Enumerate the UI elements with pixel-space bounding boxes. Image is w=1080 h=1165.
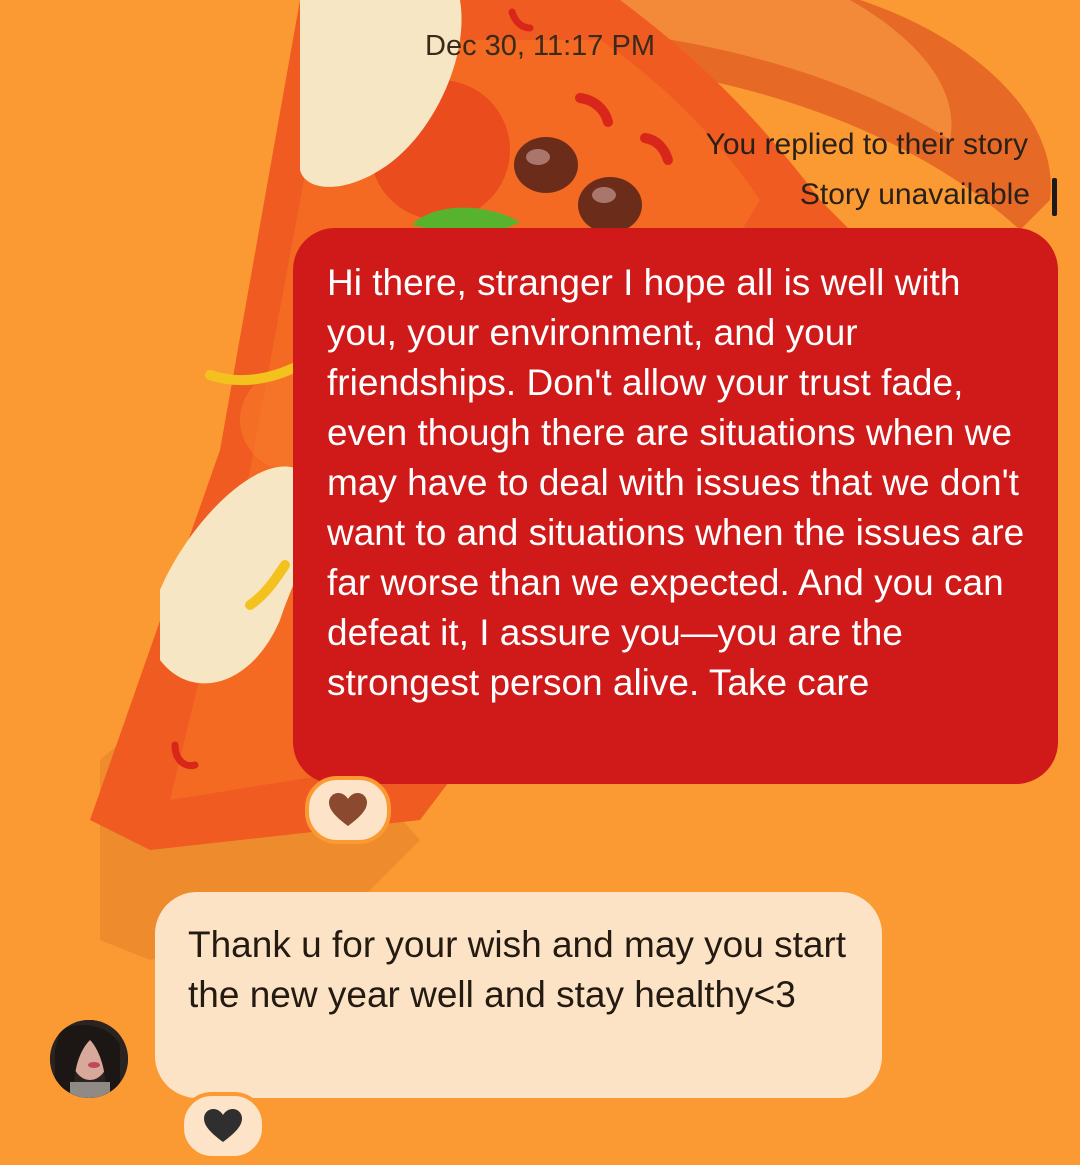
story-reply-note: You replied to their story [705, 128, 1028, 161]
story-unavailable-label[interactable]: Story unavailable [800, 178, 1030, 212]
outgoing-message-bubble[interactable]: Hi there, stranger I hope all is well wi… [293, 228, 1058, 784]
message-reaction[interactable] [180, 1092, 266, 1160]
avatar-photo [50, 1020, 128, 1098]
story-reply-indicator-bar [1052, 178, 1057, 216]
black-heart-icon [204, 1109, 242, 1142]
brown-heart-icon [329, 793, 367, 826]
contact-avatar[interactable] [50, 1020, 128, 1098]
message-timestamp: Dec 30, 11:17 PM [0, 30, 1080, 63]
message-reaction[interactable] [305, 776, 391, 844]
outgoing-message-text: Hi there, stranger I hope all is well wi… [327, 262, 1025, 703]
incoming-message-text: Thank u for your wish and may you start … [188, 924, 847, 1015]
timestamp-text: Dec 30, 11:17 PM [425, 30, 655, 62]
incoming-message-bubble[interactable]: Thank u for your wish and may you start … [155, 892, 882, 1098]
